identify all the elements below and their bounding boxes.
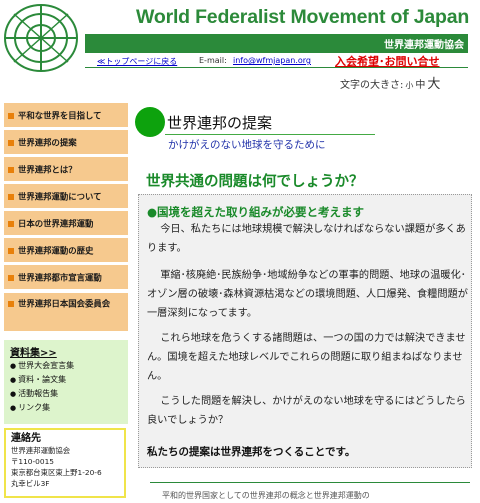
- resource-link-declarations[interactable]: ● 世界大会宣言集: [10, 359, 122, 373]
- site-title: World Federalist Movement of Japan: [136, 6, 470, 28]
- font-size-small-button[interactable]: 小: [405, 81, 413, 90]
- nav-item-japan-movement[interactable]: 日本の世界連邦運動: [4, 211, 128, 235]
- email-label: E-mail:: [199, 56, 227, 65]
- nav-item-proposal[interactable]: 世界連邦の提案: [4, 130, 128, 154]
- home-link[interactable]: ≪トップページに戻る: [97, 56, 177, 67]
- heading-circle-icon: [135, 107, 165, 137]
- nav-bullet-icon: [8, 139, 14, 146]
- nav-item-about-movement[interactable]: 世界連邦運動について: [4, 184, 128, 208]
- site-subtitle: 世界連邦運動協会: [384, 40, 464, 51]
- font-size-control: 文字の大きさ: 小中大: [340, 73, 440, 92]
- contact-line: 東京都台東区東上野1-20-6: [11, 468, 102, 477]
- nav-bullet-icon: [8, 166, 14, 173]
- paragraph: 今日、私たちには地球規模で解決しなければならない課題が多くあります。: [147, 224, 466, 254]
- resource-link-reports[interactable]: ● 活動報告集: [10, 387, 122, 401]
- join-contact-link[interactable]: 入会希望･お問い合せ: [335, 53, 440, 69]
- header-link-row: ≪トップページに戻る E-mail: info@wfmjapan.org 入会希…: [85, 53, 468, 68]
- font-size-medium-button[interactable]: 中: [415, 80, 425, 91]
- section-question: 世界共通の問題は何でしょうか？: [146, 174, 364, 190]
- lead-statement: ●国境を超えた取り組みが必要と考えます: [147, 205, 365, 219]
- nav-item-diet-committee[interactable]: 世界連邦日本国会委員会: [4, 293, 128, 331]
- page-subtitle: かけがえのない地球を守るために: [168, 139, 326, 151]
- contact-line: 世界連邦運動協会: [11, 446, 71, 455]
- bottom-divider: [150, 482, 470, 483]
- bullet-icon: ●: [10, 390, 17, 398]
- font-size-label: 文字の大きさ:: [340, 80, 404, 91]
- nav-item-peaceful-world[interactable]: 平和な世界を目指して: [4, 103, 128, 127]
- nav-bullet-icon: [8, 300, 14, 307]
- nav-item-history[interactable]: 世界連邦運動の歴史: [4, 238, 128, 262]
- resources-panel: 資料集>> ● 世界大会宣言集 ● 資料・論文集 ● 活動報告集 ● リンク集: [4, 340, 128, 424]
- page-title: 世界連邦の提案: [167, 114, 273, 132]
- heading-divider: [165, 134, 375, 135]
- nav-bullet-icon: [8, 247, 14, 254]
- font-size-large-button[interactable]: 大: [427, 77, 440, 92]
- nav-bullet-icon: [8, 220, 14, 227]
- nav-item-what-is[interactable]: 世界連邦とは？: [4, 157, 128, 181]
- resources-title-link[interactable]: 資料集>>: [10, 344, 122, 359]
- nav-bullet-icon: [8, 193, 14, 200]
- nav-item-city-declaration[interactable]: 世界連邦都市宣言運動: [4, 265, 128, 289]
- contact-box: 連絡先 世界連邦運動協会 〒110-0015 東京都台東区東上野1-20-6 丸…: [4, 428, 126, 498]
- bullet-icon: ●: [10, 404, 17, 412]
- paragraph: これら地球を危うくする諸問題は、一つの国の力では解決できません。国境を超えた地球…: [147, 333, 466, 382]
- bullet-icon: ●: [10, 376, 17, 384]
- resource-link-papers[interactable]: ● 資料・論文集: [10, 373, 122, 387]
- wfm-logo-icon[interactable]: [2, 2, 80, 74]
- nav-bullet-icon: [8, 274, 14, 281]
- bottom-text: 平和的世界国家としての世界連邦の概念と世界連邦運動の: [162, 491, 370, 500]
- paragraph: 軍縮･核廃絶･民族紛争･地域紛争などの軍事的問題、地球の温暖化･オゾン層の破壊･…: [147, 270, 468, 319]
- contact-line: 〒110-0015: [11, 457, 54, 466]
- contact-line: 丸幸ビル3F: [11, 479, 50, 488]
- bullet-icon: ●: [10, 362, 17, 370]
- paragraph: こうした問題を解決し、かけがえのない地球を守るにはどうしたら良いでしょうか？: [147, 396, 466, 426]
- email-link[interactable]: info@wfmjapan.org: [233, 56, 311, 65]
- conclusion-statement: 私たちの提案は世界連邦をつくることです。: [147, 446, 356, 458]
- nav-bullet-icon: [8, 112, 14, 119]
- contact-title: 連絡先: [11, 433, 41, 444]
- resource-link-links[interactable]: ● リンク集: [10, 401, 122, 415]
